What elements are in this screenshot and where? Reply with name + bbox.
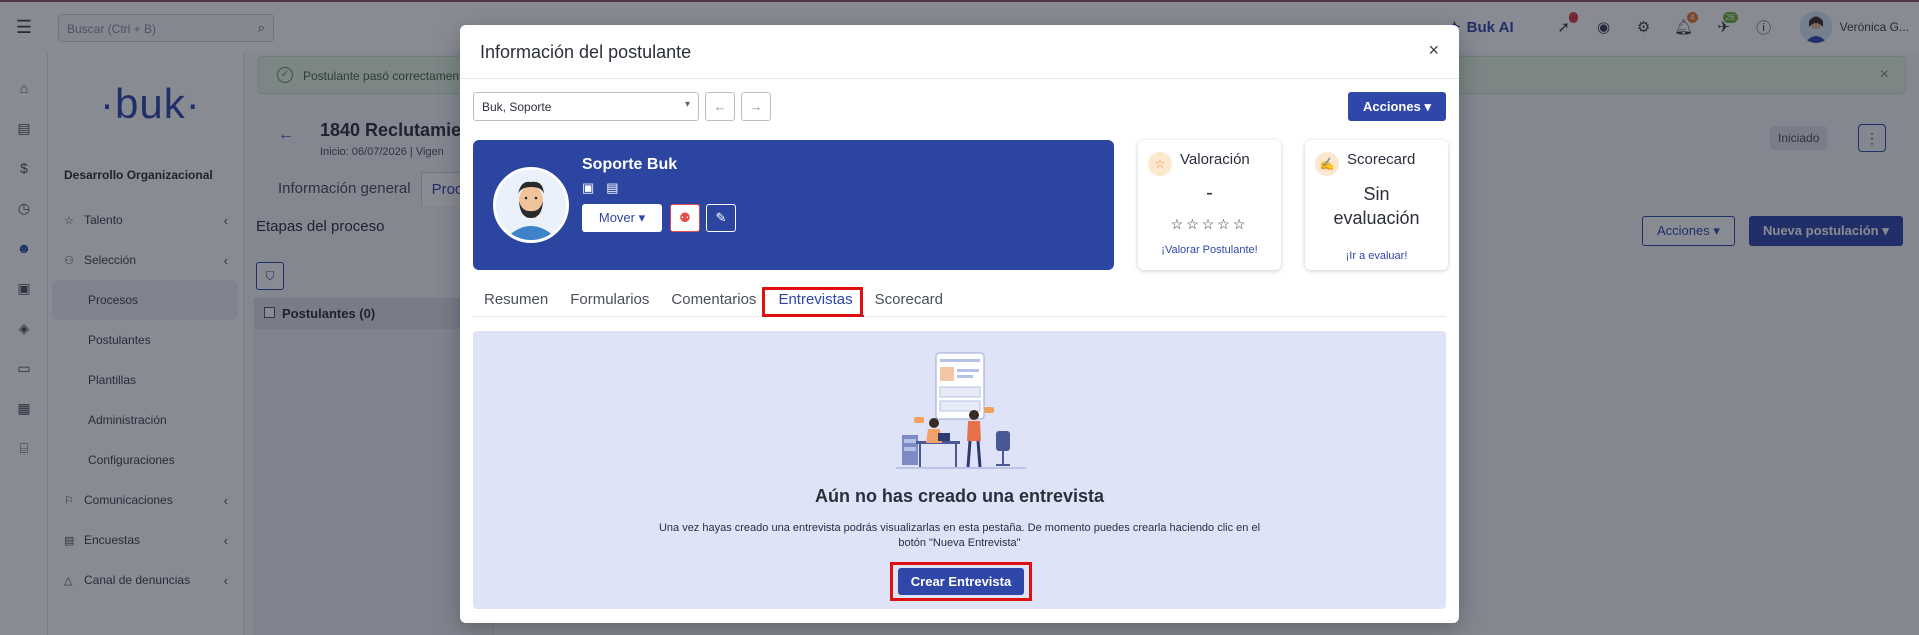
highlight-box-tab bbox=[762, 287, 863, 317]
rating-card: ☆ Valoración - ☆☆☆☆☆ ¡Valorar Postulante… bbox=[1138, 140, 1281, 270]
modal-header: Información del postulante × bbox=[460, 25, 1459, 79]
empty-state-title: Aún no has creado una entrevista bbox=[814, 486, 1105, 506]
pencil-icon: ✎ bbox=[715, 210, 727, 225]
tab-scorecard[interactable]: Scorecard bbox=[864, 283, 954, 317]
applicant-info-modal: Información del postulante × Buk, Soport… bbox=[460, 25, 1459, 623]
go-evaluate-link[interactable]: ¡Ir a evaluar! bbox=[1305, 250, 1448, 262]
scorecard-value-line1: Sin bbox=[1363, 184, 1390, 204]
rating-title: Valoración bbox=[1180, 151, 1250, 168]
move-label: Mover bbox=[598, 210, 635, 225]
scorecard-value-line2: evaluación bbox=[1333, 208, 1420, 228]
folder-user-icon[interactable]: ▣ bbox=[582, 180, 594, 196]
scorecard-value: Sin evaluación bbox=[1305, 182, 1448, 230]
scorecard-card: ✍ Scorecard Sin evaluación ¡Ir a evaluar… bbox=[1305, 140, 1448, 270]
next-applicant-button[interactable]: → bbox=[741, 92, 771, 121]
applicant-select-value: Buk, Soporte bbox=[482, 100, 552, 114]
discard-applicant-button[interactable]: ⚉ bbox=[670, 204, 700, 232]
rating-stars[interactable]: ☆☆☆☆☆ bbox=[1138, 216, 1281, 233]
modal-title: Información del postulante bbox=[480, 42, 692, 62]
interviews-empty-state: Aún no has creado una entrevista Una vez… bbox=[473, 331, 1446, 609]
rate-applicant-link[interactable]: ¡Valorar Postulante! bbox=[1138, 244, 1281, 256]
applicant-tabs: Resumen Formularios Comentarios Entrevis… bbox=[473, 283, 1446, 317]
applicant-select[interactable]: Buk, Soporte ▾ bbox=[473, 92, 699, 121]
caret-down-icon: ▾ bbox=[684, 99, 690, 110]
tab-formularios[interactable]: Formularios bbox=[559, 283, 660, 317]
actions-label: Acciones bbox=[1363, 99, 1421, 114]
profile-icons: ▣ ▤ bbox=[582, 180, 619, 196]
tab-resumen[interactable]: Resumen bbox=[473, 283, 559, 317]
user-remove-icon: ⚉ bbox=[679, 210, 691, 225]
interview-illustration bbox=[896, 352, 1026, 469]
id-card-icon[interactable]: ▤ bbox=[606, 180, 618, 196]
tab-comentarios[interactable]: Comentarios bbox=[660, 283, 767, 317]
applicant-name: Soporte Buk bbox=[582, 156, 678, 173]
scorecard-icon: ✍ bbox=[1315, 152, 1339, 176]
highlight-box-button bbox=[890, 562, 1032, 601]
arrow-left-icon: ← bbox=[713, 99, 727, 114]
profile-card: Soporte Buk ▣ ▤ Mover ▾ ⚉ ✎ bbox=[473, 140, 1114, 270]
close-icon[interactable]: × bbox=[1428, 40, 1439, 61]
rating-value: - bbox=[1206, 182, 1213, 204]
actions-button[interactable]: Acciones ▾ bbox=[1348, 92, 1446, 121]
scorecard-title: Scorecard bbox=[1347, 151, 1416, 168]
edit-button[interactable]: ✎ bbox=[706, 204, 736, 232]
move-button[interactable]: Mover ▾ bbox=[582, 204, 662, 232]
applicant-avatar bbox=[493, 167, 569, 243]
star-badge-icon: ☆ bbox=[1148, 152, 1172, 176]
empty-state-description: Una vez hayas creado una entrevista podr… bbox=[658, 522, 1261, 549]
arrow-right-icon: → bbox=[749, 99, 763, 114]
previous-applicant-button[interactable]: ← bbox=[705, 92, 735, 121]
